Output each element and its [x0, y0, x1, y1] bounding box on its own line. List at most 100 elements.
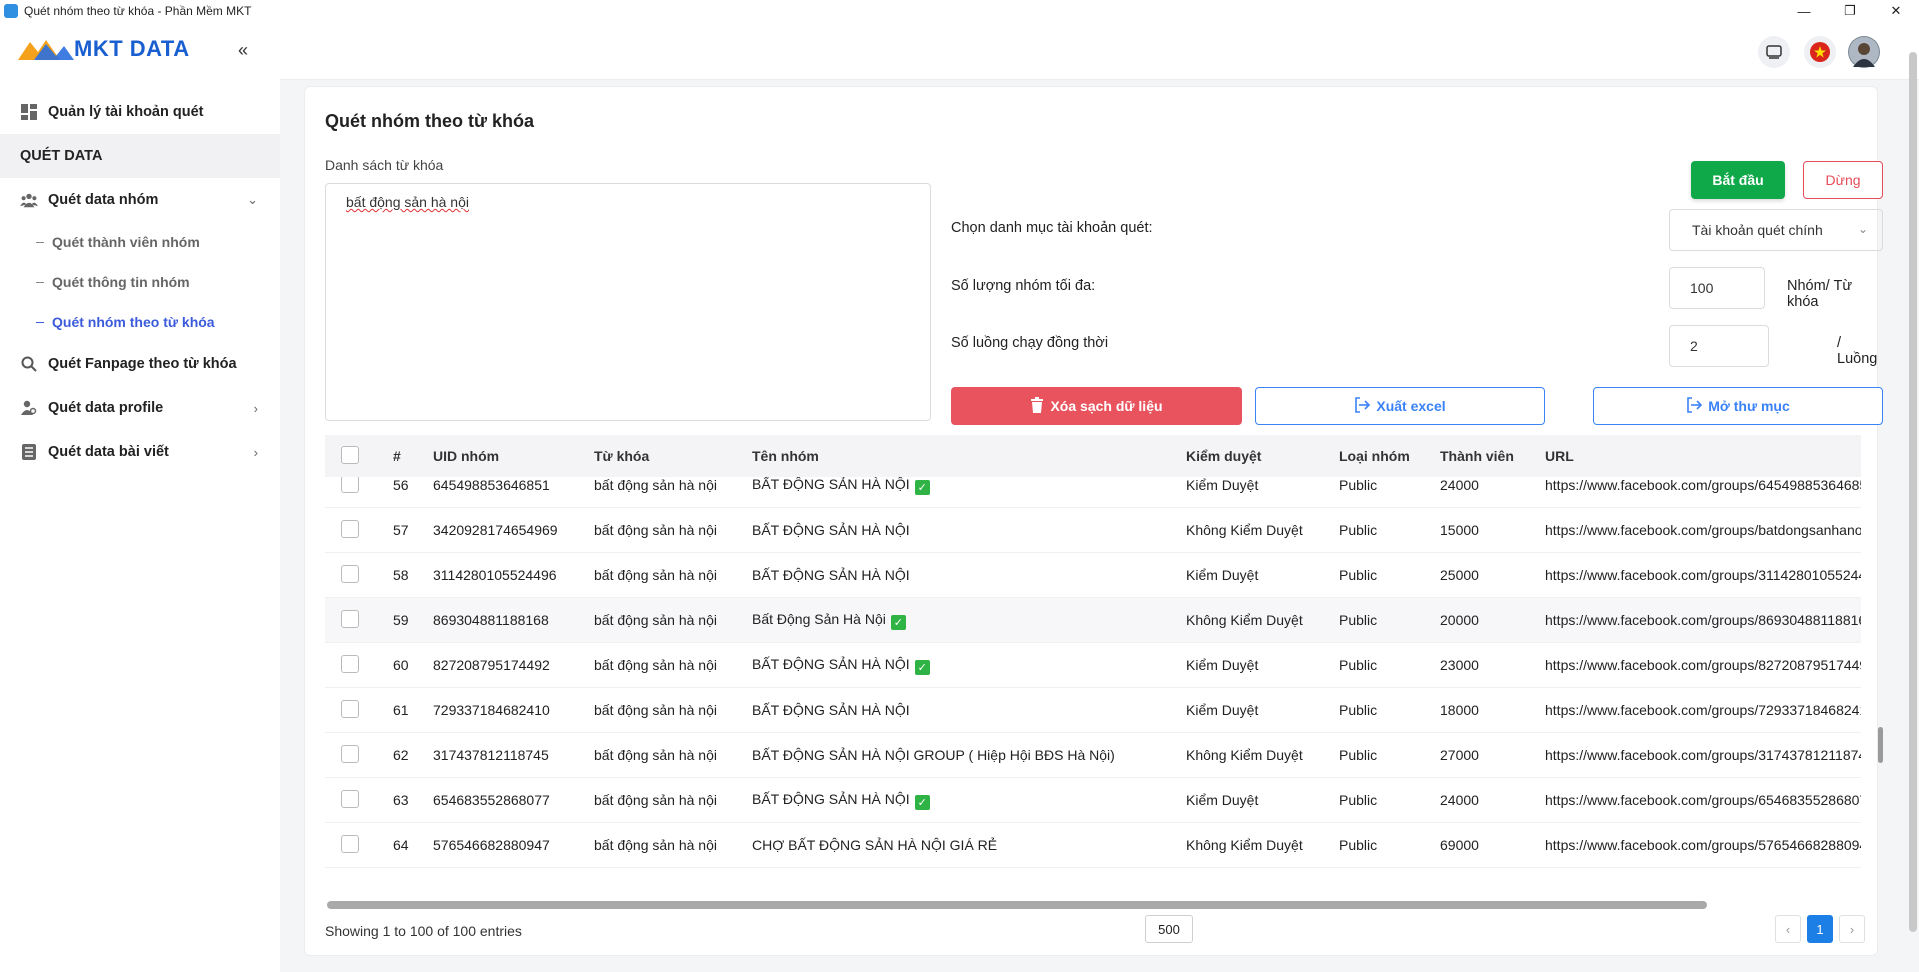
column-header[interactable]: Từ khóa [594, 448, 752, 464]
sidebar-item-group-info[interactable]: Quét thông tin nhóm [0, 262, 280, 302]
table-row[interactable]: 62 317437812118745 bất động sản hà nội BẤT … [325, 733, 1861, 778]
cell-text: 64 [393, 837, 409, 853]
row-checkbox-cell [325, 744, 393, 766]
next-page-button[interactable]: › [1839, 915, 1865, 943]
threads-input[interactable]: 2 [1669, 325, 1769, 367]
column-header[interactable]: # [393, 448, 433, 464]
cell-text: 58 [393, 567, 409, 583]
row-checkbox-cell [325, 474, 393, 496]
cell-text: 59 [393, 612, 409, 628]
row-checkbox[interactable] [341, 834, 359, 853]
row-checkbox[interactable] [341, 654, 359, 673]
restore-icon[interactable]: ❐ [1827, 0, 1873, 22]
row-checkbox[interactable] [341, 474, 359, 493]
cell-text: 61 [393, 702, 409, 718]
cell-mod: Kiểm Duyệt [1186, 792, 1339, 808]
sidebar-item-profile-data[interactable]: Quét data profile › [0, 386, 280, 430]
language-flag-icon[interactable] [1804, 36, 1836, 68]
page-scrollbar-thumb[interactable] [1909, 52, 1917, 932]
table-vertical-scrollbar[interactable] [1878, 727, 1883, 763]
row-checkbox[interactable] [341, 564, 359, 583]
cell-type: Public [1339, 477, 1440, 493]
stop-button[interactable]: Dừng [1803, 161, 1883, 199]
keyword-textarea[interactable]: bất động sản hà nội [325, 183, 931, 421]
column-header[interactable]: URL [1545, 448, 1861, 464]
sidebar-item-label: Quét thành viên nhóm [52, 234, 200, 250]
cell-text: 317437812118745 [433, 747, 549, 763]
page-scrollbar[interactable] [1909, 52, 1917, 962]
cell-text: Public [1339, 567, 1378, 583]
cell-text: Không Kiểm Duyệt [1186, 837, 1303, 853]
collapse-sidebar-icon[interactable]: « [238, 40, 248, 61]
checkmark-icon: ✓ [890, 614, 906, 630]
minimize-icon[interactable]: — [1781, 0, 1827, 22]
checkmark-icon: ✓ [914, 479, 930, 495]
row-checkbox[interactable] [341, 519, 359, 538]
table-horizontal-scrollbar[interactable] [327, 901, 1707, 909]
cell-text: Không Kiểm Duyệt [1186, 522, 1303, 538]
clear-data-button[interactable]: Xóa sạch dữ liệu [951, 387, 1242, 425]
page-button[interactable]: 1 [1807, 915, 1833, 943]
column-header[interactable]: UID nhóm [433, 448, 594, 464]
sidebar-item-account-manager[interactable]: Quản lý tài khoản quét [0, 90, 280, 134]
chevron-right-icon: › [253, 400, 258, 416]
prev-page-button[interactable]: ‹ [1775, 915, 1801, 943]
page-size-select[interactable]: 500 [1145, 915, 1193, 943]
select-all-checkbox[interactable] [341, 445, 359, 464]
sidebar-item-group-by-keyword[interactable]: Quét nhóm theo từ khóa [0, 302, 280, 342]
column-header[interactable]: Thành viên [1440, 448, 1545, 464]
open-folder-button[interactable]: Mở thư mục [1593, 387, 1883, 425]
sidebar-item-group-data[interactable]: Quét data nhóm ⌄ [0, 178, 280, 222]
cell-text: 729337184682410 [433, 702, 550, 718]
cell-text: Public [1339, 747, 1378, 763]
max-groups-input[interactable]: 100 [1669, 267, 1765, 309]
row-checkbox[interactable] [341, 699, 359, 718]
search-icon [20, 355, 38, 373]
row-checkbox[interactable] [341, 789, 359, 808]
cell-mod: Kiểm Duyệt [1186, 657, 1339, 673]
cell-url: https://www.facebook.com/groups/64549885… [1545, 477, 1861, 493]
window-controls: — ❐ ✕ [1781, 0, 1919, 22]
export-icon [1354, 396, 1371, 416]
cell-text: Không Kiểm Duyệt [1186, 747, 1303, 763]
table-row[interactable]: 60 827208795174492 bất động sản hà nội BẤT … [325, 643, 1861, 688]
sidebar-item-label: Quét data profile [48, 400, 164, 416]
start-button[interactable]: Bắt đầu [1691, 161, 1785, 199]
device-icon[interactable] [1758, 36, 1790, 68]
account-category-select[interactable]: Tài khoản quét chính ⌄ [1669, 209, 1883, 251]
dash-icon [36, 281, 44, 283]
entries-info: Showing 1 to 100 of 100 entries [325, 923, 522, 939]
cell-members: 25000 [1440, 567, 1545, 583]
cell-mod: Không Kiểm Duyệt [1186, 612, 1339, 628]
table-row[interactable]: 64 576546682880947 bất động sản hà nội CHỢ … [325, 823, 1861, 868]
sidebar-item-post-data[interactable]: Quét data bài viết › [0, 430, 280, 474]
close-icon[interactable]: ✕ [1873, 0, 1919, 22]
row-checkbox-cell [325, 609, 393, 631]
cell-text: 27000 [1440, 747, 1479, 763]
cell-url: https://www.facebook.com/groups/31142801… [1545, 567, 1861, 583]
export-excel-button[interactable]: Xuất excel [1255, 387, 1545, 425]
row-checkbox[interactable] [341, 744, 359, 763]
table-row[interactable]: 59 869304881188168 bất động sản hà nội Bất … [325, 598, 1861, 643]
table-row[interactable]: 61 729337184682410 bất động sản hà nội BẤT … [325, 688, 1861, 733]
cell-text: Public [1339, 522, 1378, 538]
row-checkbox-cell [325, 654, 393, 676]
cell-n: 59 [393, 612, 433, 628]
column-header[interactable]: Kiểm duyệt [1186, 448, 1339, 464]
cell-members: 24000 [1440, 477, 1545, 493]
column-header[interactable]: Loại nhóm [1339, 448, 1440, 464]
cell-type: Public [1339, 792, 1440, 808]
sidebar-item-group-members[interactable]: Quét thành viên nhóm [0, 222, 280, 262]
cell-text: bất động sản hà nội [594, 657, 717, 673]
table-row[interactable]: 57 3420928174654969 bất động sản hà nội BẤT… [325, 508, 1861, 553]
column-header[interactable]: Tên nhóm [752, 448, 1186, 464]
row-checkbox[interactable] [341, 609, 359, 628]
cell-text: Public [1339, 657, 1378, 673]
cell-text: https://www.facebook.com/groups/batdongs… [1545, 522, 1861, 538]
sidebar-item-fanpage-by-keyword[interactable]: Quét Fanpage theo từ khóa [0, 342, 280, 386]
avatar[interactable] [1848, 36, 1880, 68]
cell-text: BẤT ĐỘNG SẢN HÀ NỘI GROUP ( Hiệp Hội BĐS… [752, 747, 1115, 763]
table-row[interactable]: 63 654683552868077 bất động sản hà nội BẤT … [325, 778, 1861, 823]
cell-text: 645498853646851 [433, 477, 550, 493]
table-row[interactable]: 58 3114280105524496 bất động sản hà nội BẤT… [325, 553, 1861, 598]
